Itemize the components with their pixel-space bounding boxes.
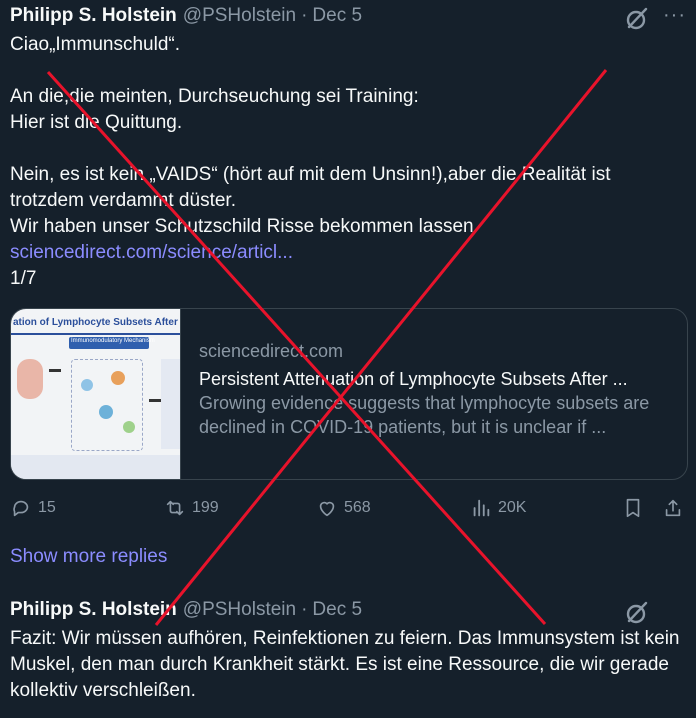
link-card[interactable]: ation of Lymphocyte Subsets After Mass S… xyxy=(10,308,688,480)
tweet-2[interactable]: Philipp S. Holstein @PSHolstein · Dec 5 … xyxy=(10,598,686,704)
reply-button[interactable]: 15 xyxy=(10,497,56,519)
views-icon xyxy=(473,499,490,517)
tweet-date[interactable]: Dec 5 xyxy=(312,4,362,28)
like-count: 568 xyxy=(344,499,371,516)
thumb-cell xyxy=(123,421,135,433)
thumb-arrow xyxy=(149,399,161,402)
separator: · xyxy=(301,5,308,26)
like-icon xyxy=(319,501,335,517)
repost-button[interactable]: 199 xyxy=(164,497,219,519)
tweet-link[interactable]: sciencedirect.com/science/articl... xyxy=(10,242,293,263)
thumb-cell xyxy=(99,405,113,419)
tweet-header: Philipp S. Holstein @PSHolstein · Dec 5 xyxy=(10,598,686,622)
like-button[interactable]: 568 xyxy=(316,497,371,519)
card-description: Growing evidence suggests that lymphocyt… xyxy=(199,393,650,437)
thumb-title: ation of Lymphocyte Subsets After Mass S… xyxy=(13,317,180,328)
card-thumbnail: ation of Lymphocyte Subsets After Mass S… xyxy=(11,309,181,479)
thumb-cell xyxy=(111,371,125,385)
card-domain: sciencedirect.com xyxy=(199,341,344,361)
card-title[interactable]: Persistent Attenuation of Lymphocyte Sub… xyxy=(199,367,687,391)
tweet-text-post: 1/7 xyxy=(10,268,37,289)
reply-icon xyxy=(13,500,29,517)
separator: · xyxy=(301,599,308,620)
views-count: 20K xyxy=(498,499,527,516)
views-button[interactable]: 20K xyxy=(470,497,526,519)
author-handle[interactable]: @PSHolstein xyxy=(183,598,296,622)
thumb-chart xyxy=(161,359,180,449)
repost-count: 199 xyxy=(192,499,219,516)
share-button[interactable] xyxy=(662,497,684,519)
bookmark-button[interactable] xyxy=(622,497,644,519)
thumb-arrow xyxy=(49,369,61,372)
bookmark-icon xyxy=(626,498,640,518)
tweet-date[interactable]: Dec 5 xyxy=(312,598,362,622)
author-handle[interactable]: @PSHolstein xyxy=(183,4,296,28)
thumb-figure xyxy=(17,359,43,399)
repost-icon xyxy=(166,500,184,516)
author-name[interactable]: Philipp S. Holstein xyxy=(10,4,177,28)
thumb-cell xyxy=(81,379,93,391)
tweet-text: Fazit: Wir müssen aufhören, Reinfektione… xyxy=(10,628,685,701)
show-more-replies[interactable]: Show more replies xyxy=(10,546,167,568)
reply-count: 15 xyxy=(38,499,56,516)
tweet-text-pre: Ciao„Immunschuld“. An die,die meinten, D… xyxy=(10,34,611,237)
thumb-subtitle: Immunomodulatory Mechanism xyxy=(71,338,155,344)
author-name[interactable]: Philipp S. Holstein xyxy=(10,598,177,622)
grok-icon[interactable] xyxy=(624,600,650,626)
grok-icon[interactable] xyxy=(624,6,650,32)
share-icon xyxy=(665,499,681,517)
more-icon[interactable]: ··· xyxy=(663,4,686,27)
card-text: sciencedirect.com Persistent Attenuation… xyxy=(181,309,687,479)
tweet-1[interactable]: Philipp S. Holstein @PSHolstein · Dec 5 … xyxy=(10,4,686,292)
thumb-footer xyxy=(11,455,180,479)
tweet-header: Philipp S. Holstein @PSHolstein · Dec 5 xyxy=(10,4,686,28)
thumb-divider xyxy=(11,333,180,335)
action-bar: 15 199 568 20K xyxy=(10,494,686,522)
tweet-text: Ciao„Immunschuld“. An die,die meinten, D… xyxy=(10,32,660,292)
